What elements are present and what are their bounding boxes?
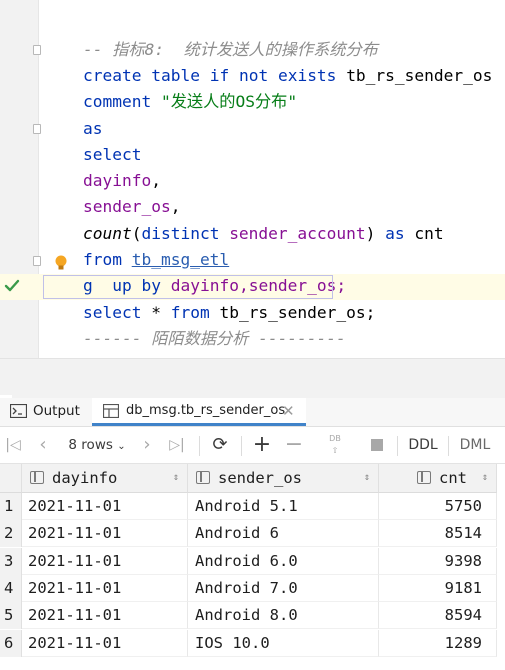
column-icon bbox=[196, 471, 210, 484]
column-header-dayinfo[interactable]: dayinfo ⇕ bbox=[22, 464, 188, 493]
sql-editor[interactable]: -- 指标8: 统计发送人的操作系统分布 create table if not… bbox=[0, 0, 505, 358]
column-header-label: cnt bbox=[439, 469, 467, 487]
sort-icon[interactable]: ⇕ bbox=[364, 464, 370, 492]
row-number[interactable]: 1 bbox=[0, 493, 22, 520]
last-page-icon[interactable]: ▷| bbox=[166, 427, 188, 463]
first-page-icon[interactable]: |◁ bbox=[2, 427, 24, 463]
code-line-select: select bbox=[82, 145, 142, 164]
column-header-label: sender_os bbox=[218, 469, 302, 487]
chevron-down-icon: ⌄ bbox=[117, 441, 126, 452]
result-toolbar: |◁ ‹ 8 rows ⌄ › ▷| ⟳ + − DB ⇧ DDL DML bbox=[0, 427, 505, 464]
row-number[interactable]: 3 bbox=[0, 547, 22, 575]
code-line-comment2: ------ 陌陌数据分析 --------- bbox=[82, 329, 346, 348]
close-tab-icon[interactable]: ✕ bbox=[282, 398, 295, 424]
cell-sender-os[interactable]: Android 6.0 bbox=[188, 547, 379, 575]
column-header-label: dayinfo bbox=[52, 469, 118, 487]
cell-sender-os[interactable]: Android 7.0 bbox=[188, 574, 379, 602]
code-line-sender-os: sender_os, bbox=[82, 197, 181, 216]
rows-count-label: 8 rows bbox=[68, 437, 113, 453]
code-line-select-star[interactable]: select * from tb_rs_sender_os; bbox=[44, 274, 375, 322]
column-icon bbox=[417, 471, 431, 484]
rows-count-dropdown[interactable]: 8 rows ⌄ bbox=[62, 427, 132, 463]
row-number[interactable]: 2 bbox=[0, 520, 22, 548]
cell-cnt[interactable]: 8514 bbox=[379, 520, 497, 548]
sort-icon[interactable]: ⇕ bbox=[173, 464, 179, 492]
toolbar-divider bbox=[241, 436, 242, 456]
toolbar-divider bbox=[448, 436, 449, 456]
toolbar-divider bbox=[199, 436, 200, 456]
cell-dayinfo[interactable]: 2021-11-01 bbox=[22, 547, 188, 575]
table-icon bbox=[103, 404, 119, 418]
cell-sender-os[interactable]: IOS 10.0 bbox=[188, 629, 379, 657]
row-number[interactable]: 6 bbox=[0, 629, 22, 657]
row-number[interactable]: 4 bbox=[0, 574, 22, 602]
cell-dayinfo[interactable]: 2021-11-01 bbox=[22, 520, 188, 548]
toolbar-divider bbox=[397, 436, 398, 456]
delete-row-icon[interactable]: − bbox=[282, 427, 306, 463]
code-line-comment: -- 指标8: 统计发送人的操作系统分布 bbox=[44, 11, 378, 59]
ddl-button[interactable]: DDL bbox=[404, 427, 442, 463]
cell-dayinfo[interactable]: 2021-11-01 bbox=[22, 574, 188, 602]
cell-cnt[interactable]: 9398 bbox=[379, 547, 497, 575]
code-line-count: count(distinct sender_account) as cnt bbox=[82, 224, 444, 243]
sort-icon[interactable]: ⇕ bbox=[482, 464, 488, 492]
cell-cnt[interactable]: 9181 bbox=[379, 574, 497, 602]
previous-page-icon[interactable]: ‹ bbox=[32, 427, 54, 463]
refresh-icon[interactable]: ⟳ bbox=[208, 427, 232, 463]
result-grid: dayinfo ⇕ sender_os ⇕ cnt ⇕ 1 2021-11-01 A… bbox=[0, 464, 505, 670]
code-line-comment-clause: comment "发送人的OS分布" bbox=[82, 92, 298, 111]
cell-cnt[interactable]: 1289 bbox=[379, 629, 497, 657]
result-tabs: Output db_msg.tb_rs_sender_os ✕ bbox=[0, 398, 505, 427]
code-line-create: create table if not exists tb_rs_sender_… bbox=[82, 66, 493, 85]
code-line-as: as bbox=[82, 119, 103, 138]
cell-sender-os[interactable]: Android 6 bbox=[188, 520, 379, 548]
cell-dayinfo[interactable]: 2021-11-01 bbox=[22, 493, 188, 520]
column-header-sender-os[interactable]: sender_os ⇕ bbox=[188, 464, 379, 493]
row-number-header bbox=[0, 464, 22, 493]
cell-dayinfo[interactable]: 2021-11-01 bbox=[22, 629, 188, 657]
fold-marker[interactable] bbox=[33, 45, 41, 55]
lightbulb-icon[interactable] bbox=[54, 255, 68, 271]
code-line-dayinfo: dayinfo, bbox=[82, 171, 161, 190]
column-icon bbox=[30, 471, 44, 484]
submit-db-icon[interactable]: DB ⇧ bbox=[322, 427, 348, 469]
code-line-from: from tb_msg_etl bbox=[82, 250, 230, 269]
column-header-cnt[interactable]: cnt ⇕ bbox=[379, 464, 497, 493]
tab-output-label: Output bbox=[33, 403, 80, 419]
fold-marker[interactable] bbox=[33, 256, 41, 266]
cell-cnt[interactable]: 8594 bbox=[379, 602, 497, 630]
fold-marker[interactable] bbox=[33, 124, 41, 134]
cell-dayinfo[interactable]: 2021-11-01 bbox=[22, 602, 188, 630]
cell-sender-os[interactable]: Android 5.1 bbox=[188, 493, 379, 520]
dml-button[interactable]: DML bbox=[455, 427, 495, 463]
next-page-icon[interactable]: › bbox=[136, 427, 158, 463]
tab-result-label: db_msg.tb_rs_sender_os bbox=[126, 403, 286, 418]
stop-icon[interactable] bbox=[366, 427, 388, 463]
code-line-group-by: g up by dayinfo,sender_os; bbox=[82, 276, 347, 295]
add-row-icon[interactable]: + bbox=[250, 427, 274, 463]
cell-cnt[interactable]: 5750 bbox=[379, 493, 497, 520]
row-number[interactable]: 5 bbox=[0, 602, 22, 630]
tab-result[interactable]: db_msg.tb_rs_sender_os ✕ bbox=[92, 398, 306, 426]
console-icon bbox=[10, 404, 27, 418]
cell-sender-os[interactable]: Android 8.0 bbox=[188, 602, 379, 630]
checkmark-icon bbox=[4, 279, 20, 292]
panel-splitter[interactable] bbox=[0, 358, 505, 395]
